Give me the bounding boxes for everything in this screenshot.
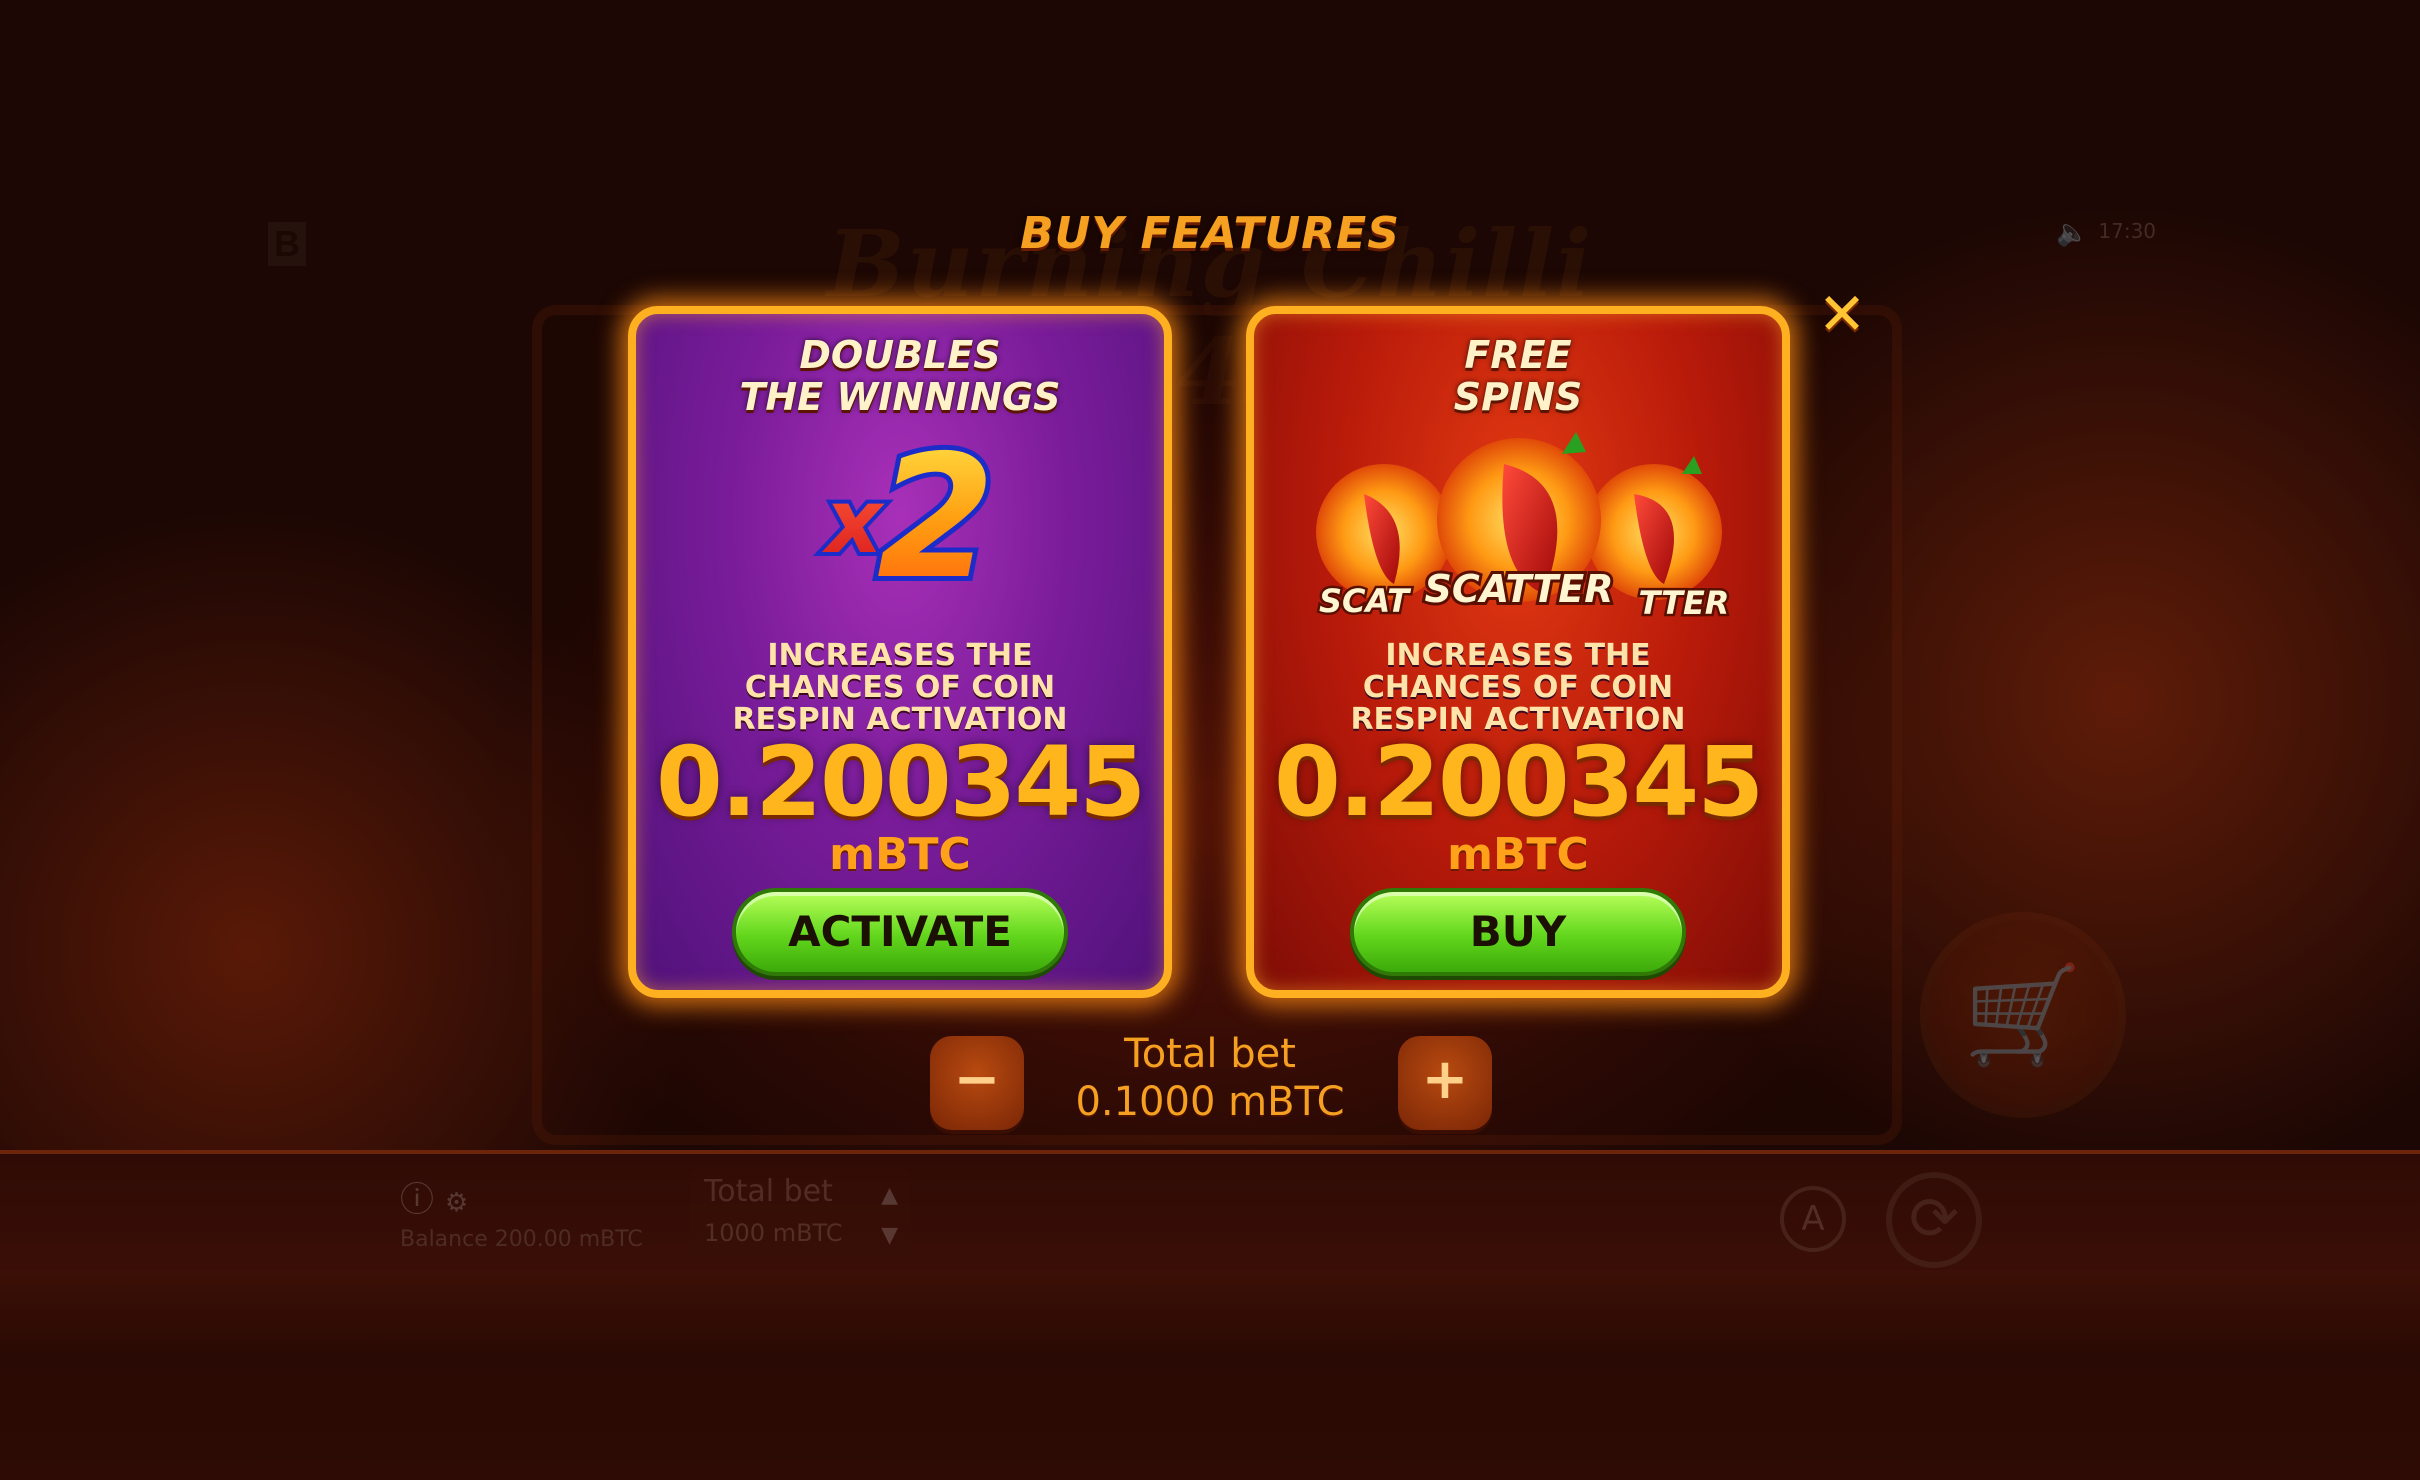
scatter-chilli-icon: SCAT TTER SCATTER	[1294, 424, 1754, 634]
bet-up-arrow-icon[interactable]: ▲	[881, 1176, 898, 1216]
card-description: INCREASES THE CHANCES OF COIN RESPIN ACT…	[636, 640, 1164, 736]
autoplay-button[interactable]: A	[1780, 1186, 1846, 1252]
card-heading-line2: THE WINNINGS	[739, 375, 1061, 419]
card-desc-line2: CHANCES OF COIN	[744, 670, 1056, 705]
close-button[interactable]: ✕	[1816, 285, 1868, 343]
scatter-label-right: TTER	[1639, 584, 1730, 622]
increase-bet-button[interactable]: +	[1398, 1036, 1492, 1130]
decrease-bet-button[interactable]: −	[930, 1036, 1024, 1130]
buy-feature-cart-button[interactable]: 🛒	[1928, 920, 2118, 1110]
scatter-label-left: SCAT	[1319, 582, 1411, 620]
game-screen: B Burning Chilli 243 🔈 17:30 ⓘ ⚙ Balance …	[0, 0, 2420, 1480]
total-bet-label: Total bet	[1124, 1031, 1296, 1077]
card-price: 0.200345	[655, 726, 1146, 838]
refresh-icon: ⟳	[1908, 1184, 1960, 1254]
card-heading-line2: SPINS	[1453, 375, 1583, 419]
info-icon[interactable]: ⓘ	[400, 1180, 434, 1220]
card-desc-line2: CHANCES OF COIN	[1362, 670, 1674, 705]
card-heading: FREE SPINS	[1254, 334, 1782, 418]
balance-info: ⓘ ⚙ Balance 200.00 mBTC	[400, 1172, 660, 1252]
total-bet-value: 0.1000 mBTC	[1075, 1079, 1345, 1125]
bet-selector-value: 1000 mBTC	[704, 1219, 843, 1247]
feature-card-double-winnings: DOUBLES THE WINNINGS x 2 INCREASES THE C…	[628, 306, 1172, 998]
card-heading: DOUBLES THE WINNINGS	[636, 334, 1164, 418]
bottom-panel	[0, 1270, 2420, 1480]
bet-selector-label: Total bet	[704, 1174, 833, 1209]
bottom-panel-edge	[0, 1150, 2420, 1284]
bet-selector[interactable]: Total bet 1000 mBTC ▲ ▼	[690, 1168, 910, 1258]
card-desc-line1: INCREASES THE	[767, 638, 1033, 673]
modal-title: BUY FEATURES	[1020, 208, 1400, 259]
speaker-icon[interactable]: 🔈	[2056, 218, 2088, 248]
clock-time: 17:30	[2098, 219, 2157, 243]
x2-multiplier-icon: x 2	[636, 414, 1164, 622]
card-price-unit: mBTC	[1447, 829, 1589, 880]
balance-text: Balance 200.00 mBTC	[400, 1227, 643, 1252]
card-price: 0.200345	[1273, 726, 1764, 838]
bet-down-arrow-icon[interactable]: ▼	[881, 1216, 898, 1256]
activate-button[interactable]: ACTIVATE	[732, 888, 1068, 976]
buy-button[interactable]: BUY	[1350, 888, 1686, 976]
card-desc-line1: INCREASES THE	[1385, 638, 1651, 673]
multiplier-number: 2	[877, 419, 995, 598]
card-price-unit: mBTC	[829, 829, 971, 880]
sound-and-clock: 🔈 17:30	[2056, 214, 2176, 248]
card-heading-line1: FREE	[1464, 333, 1572, 377]
scatter-label-center: SCATTER	[1425, 567, 1614, 611]
card-heading-line1: DOUBLES	[799, 333, 1001, 377]
total-bet-display: Total bet 0.1000 mBTC	[1050, 1030, 1370, 1130]
feature-card-free-spins: FREE SPINS SCAT TTER SCATTER INCREASES T…	[1246, 306, 1790, 998]
provider-logo: B	[268, 222, 306, 266]
gear-icon[interactable]: ⚙	[445, 1188, 468, 1218]
cart-icon: 🛒	[1963, 959, 2083, 1071]
spin-button[interactable]: ⟳	[1886, 1172, 1982, 1268]
card-description: INCREASES THE CHANCES OF COIN RESPIN ACT…	[1254, 640, 1782, 736]
